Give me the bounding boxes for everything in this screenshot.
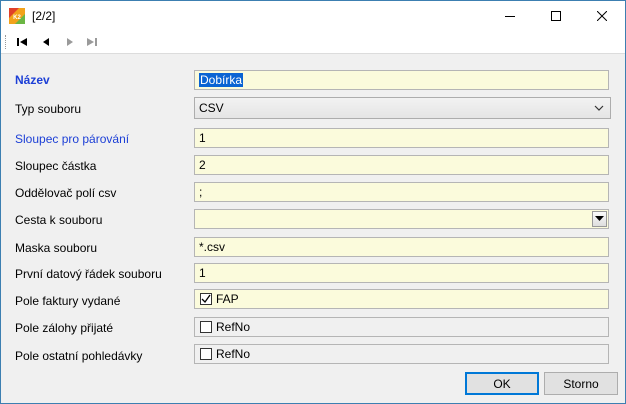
maska-field[interactable]: *.csv bbox=[194, 237, 609, 257]
typ-souboru-select[interactable]: CSV bbox=[194, 97, 611, 119]
first-record-icon bbox=[17, 38, 27, 46]
pole-ostatni-label: Pole ostatní pohledávky bbox=[15, 349, 143, 363]
pole-faktury-value: FAP bbox=[216, 292, 239, 306]
chevron-down-icon bbox=[594, 98, 604, 124]
sloupec-castka-field[interactable]: 2 bbox=[194, 155, 609, 175]
typ-souboru-label: Typ souboru bbox=[15, 102, 82, 116]
window-title: [2/2] bbox=[32, 9, 56, 23]
k2-app-icon: K2 bbox=[9, 8, 25, 24]
svg-text:K2: K2 bbox=[13, 15, 21, 21]
sloupec-castka-label: Sloupec částka bbox=[15, 159, 97, 173]
pole-zalohy-field[interactable]: RefNo bbox=[194, 317, 609, 337]
nazev-label: Název bbox=[15, 73, 50, 87]
triangle-down-icon bbox=[595, 216, 604, 221]
toolbar-grip[interactable] bbox=[5, 35, 7, 49]
cancel-button[interactable]: Storno bbox=[544, 372, 618, 395]
checkmark-icon bbox=[201, 294, 211, 304]
prvni-radek-field[interactable]: 1 bbox=[194, 263, 609, 283]
pole-ostatni-field[interactable]: RefNo bbox=[194, 344, 609, 364]
maximize-button[interactable] bbox=[533, 1, 579, 31]
next-record-icon bbox=[67, 38, 73, 46]
previous-record-button[interactable] bbox=[37, 34, 55, 50]
title-bar[interactable]: K2 [2/2] bbox=[1, 1, 625, 31]
sloupec-parovani-label: Sloupec pro párování bbox=[15, 132, 130, 146]
oddelovac-label: Oddělovač polí csv bbox=[15, 186, 117, 200]
typ-souboru-value: CSV bbox=[199, 101, 224, 115]
record-navigation-toolbar bbox=[1, 31, 625, 54]
pole-zalohy-label: Pole zálohy přijaté bbox=[15, 321, 114, 335]
maximize-icon bbox=[551, 11, 561, 21]
minimize-button[interactable] bbox=[487, 1, 533, 31]
pole-faktury-checkbox[interactable] bbox=[200, 293, 212, 305]
pole-faktury-label: Pole faktury vydané bbox=[15, 294, 121, 308]
last-record-icon bbox=[87, 38, 97, 46]
close-button[interactable] bbox=[579, 1, 625, 31]
pole-faktury-field[interactable]: FAP bbox=[194, 289, 609, 309]
oddelovac-field[interactable]: ; bbox=[194, 182, 609, 202]
last-record-button[interactable] bbox=[83, 34, 101, 50]
dialog-window: K2 [2/2] Název Dobírka Typ souboru CSV S… bbox=[0, 0, 626, 404]
cesta-dropdown-button[interactable] bbox=[592, 211, 607, 227]
pole-ostatni-checkbox[interactable] bbox=[200, 348, 212, 360]
close-icon bbox=[597, 11, 607, 21]
previous-record-icon bbox=[43, 38, 49, 46]
next-record-button[interactable] bbox=[61, 34, 79, 50]
minimize-icon bbox=[505, 16, 515, 17]
prvni-radek-label: První datový řádek souboru bbox=[15, 267, 162, 281]
cesta-field[interactable] bbox=[194, 209, 609, 229]
pole-zalohy-checkbox[interactable] bbox=[200, 321, 212, 333]
sloupec-parovani-field[interactable]: 1 bbox=[194, 128, 609, 148]
first-record-button[interactable] bbox=[13, 34, 31, 50]
ok-button[interactable]: OK bbox=[465, 372, 539, 395]
maska-label: Maska souboru bbox=[15, 241, 98, 255]
cesta-label: Cesta k souboru bbox=[15, 213, 103, 227]
nazev-value: Dobírka bbox=[199, 73, 244, 87]
pole-zalohy-value: RefNo bbox=[216, 320, 251, 334]
nazev-field[interactable]: Dobírka bbox=[194, 70, 609, 90]
pole-ostatni-value: RefNo bbox=[216, 347, 251, 361]
